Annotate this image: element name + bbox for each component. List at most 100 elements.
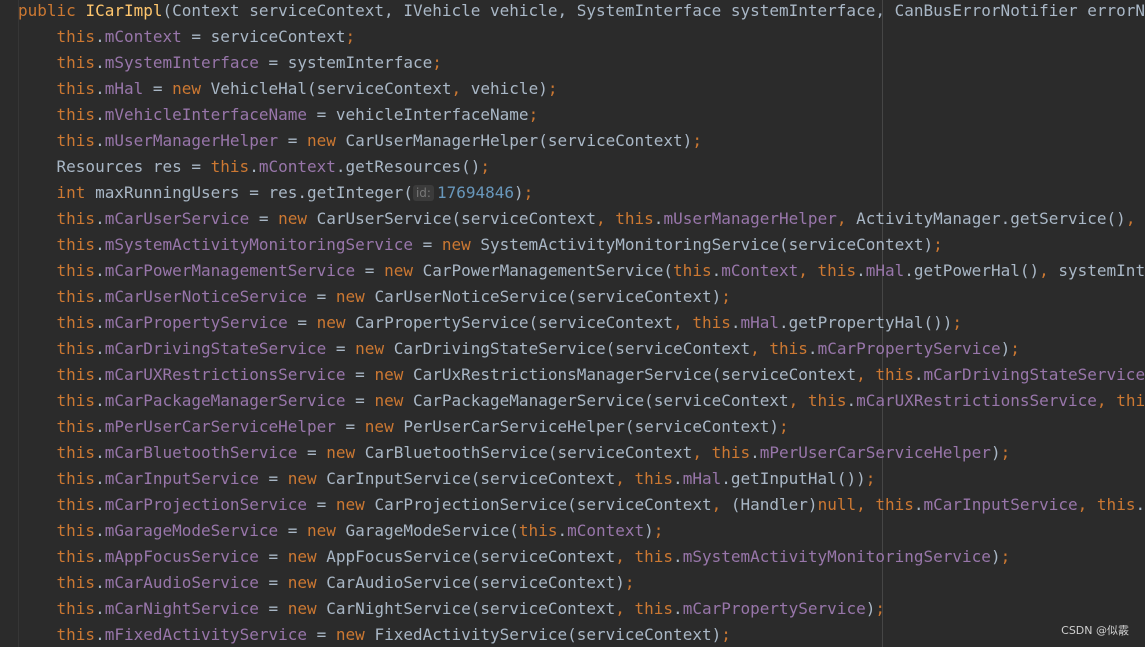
code-token: vehicle) [470,79,548,98]
code-line[interactable]: this.mCarPackageManagerService = new Car… [0,388,1145,414]
keyword-token: this [56,209,96,228]
keyword-token: , this [615,469,674,488]
code-token: = [412,235,442,254]
code-line[interactable]: this.mSystemInterface = systemInterface; [0,50,1145,76]
code-line[interactable]: this.mCarDrivingStateService = new CarDr… [0,336,1145,362]
keyword-token: , this [615,547,674,566]
code-line[interactable]: this.mAppFocusService = new AppFocusServ… [0,544,1145,570]
keyword-token: this [56,27,96,46]
code-token: . [856,261,866,280]
keyword-token: , this [856,365,914,384]
code-line[interactable]: this.mCarPowerManagementService = new Ca… [0,258,1145,284]
code-line[interactable]: this.mContext = serviceContext; [0,24,1145,50]
field-token: mUserManagerHelper [104,131,279,150]
keyword-token: ; [547,79,558,98]
keyword-token: this [673,261,712,280]
code-token: . [673,547,683,566]
code-token: CarUserNoticeService(serviceContext) [374,287,722,306]
code-token: = [249,209,279,228]
field-token: mContext [258,157,336,176]
keyword-token: ; [432,53,442,72]
code-token: = vehicleInterfaceName [307,105,529,124]
code-line[interactable]: this.mCarUserNoticeService = new CarUser… [0,284,1145,310]
keyword-token: public [18,1,86,20]
keyword-token: , [836,209,857,228]
keyword-token: this [56,339,96,358]
code-token: = [278,131,307,150]
code-line[interactable]: this.mFixedActivityService = new FixedAc… [0,622,1145,647]
keyword-token: null, this [817,495,914,514]
code-token: . [95,417,105,436]
code-token: . [95,573,105,592]
code-line[interactable]: this.mCarProjectionService = new CarProj… [0,492,1145,518]
code-line[interactable]: this.mCarAudioService = new CarAudioServ… [0,570,1145,596]
code-token: = [307,625,336,644]
keyword-token: this [56,625,96,644]
code-line[interactable]: this.mGarageModeService = new GarageMode… [0,518,1145,544]
keyword-token: ; [523,183,534,202]
code-token: = serviceContext [181,27,346,46]
field-token: mCarProjectionService [104,495,307,514]
code-token: . [95,105,105,124]
code-token: = [297,443,327,462]
keyword-token: new [278,209,317,228]
code-line[interactable]: this.mCarBluetoothService = new CarBluet… [0,440,1145,466]
code-line[interactable]: this.mSystemActivityMonitoringService = … [0,232,1145,258]
code-line[interactable]: this.mCarUserService = new CarUserServic… [0,206,1145,232]
code-line[interactable]: int maxRunningUsers = res.getInteger(id:… [0,180,1145,206]
code-token: . [95,27,105,46]
code-editor[interactable]: public ICarImpl(Context serviceContext, … [0,0,1145,647]
code-token: = [258,469,288,488]
keyword-token: new [287,599,327,618]
keyword-token: , this [692,443,751,462]
code-line[interactable]: this.mVehicleInterfaceName = vehicleInte… [0,102,1145,128]
keyword-token: , this [750,339,808,358]
code-line[interactable]: this.mUserManagerHelper = new CarUserMan… [0,128,1145,154]
keyword-token: , this [673,313,731,332]
code-token: ) [1000,339,1011,358]
keyword-token: ; [779,417,789,436]
code-line[interactable]: this.mCarInputService = new CarInputServ… [0,466,1145,492]
field-token: mCarDrivingStateService [104,339,327,358]
code-line[interactable]: this.mPerUserCarServiceHelper = new PerU… [0,414,1145,440]
code-line[interactable]: this.mCarPropertyService = new CarProper… [0,310,1145,336]
code-token: CarAudioService(serviceContext) [326,573,625,592]
code-line[interactable]: public ICarImpl(Context serviceContext, … [0,0,1145,24]
keyword-token: , [1039,261,1059,280]
field-token: mSystemActivityMonitoringService [104,235,413,254]
code-token: = [326,339,356,358]
code-token: . [95,365,105,384]
keyword-token: this [56,313,96,332]
code-line[interactable]: this.mCarNightService = new CarNightServ… [0,596,1145,622]
keyword-token: this [56,573,96,592]
code-line[interactable]: this.mCarUXRestrictionsService = new Car… [0,362,1145,388]
code-token: ) [644,521,654,540]
keyword-token: new [316,313,356,332]
code-token: VehicleHal(serviceContext [210,79,452,98]
code-token: . [95,131,105,150]
code-token: = [345,365,375,384]
code-token: AppFocusService(serviceContext [326,547,616,566]
code-token: CarPackageManagerService(serviceContext [412,391,789,410]
keyword-token: this [56,105,96,124]
keyword-token: new [287,469,327,488]
field-token: mPerUserCarServiceHelper [759,443,991,462]
code-token: . [653,209,664,228]
code-token: CarUxRestrictionsManagerService(serviceC… [412,365,857,384]
keyword-token: , this [1077,495,1136,514]
field-token: mCarUserNoticeService [104,287,307,306]
code-token: . [95,443,105,462]
code-token: . [95,625,105,644]
keyword-token: this [56,131,96,150]
code-token: CarBluetoothService(serviceContext [364,443,693,462]
code-token: CarUserService(serviceContext [316,209,596,228]
code-token: FixedActivityService(serviceContext) [374,625,722,644]
code-line[interactable]: this.mHal = new VehicleHal(serviceContex… [0,76,1145,102]
code-line[interactable]: Resources res = this.mContext.getResourc… [0,154,1145,180]
